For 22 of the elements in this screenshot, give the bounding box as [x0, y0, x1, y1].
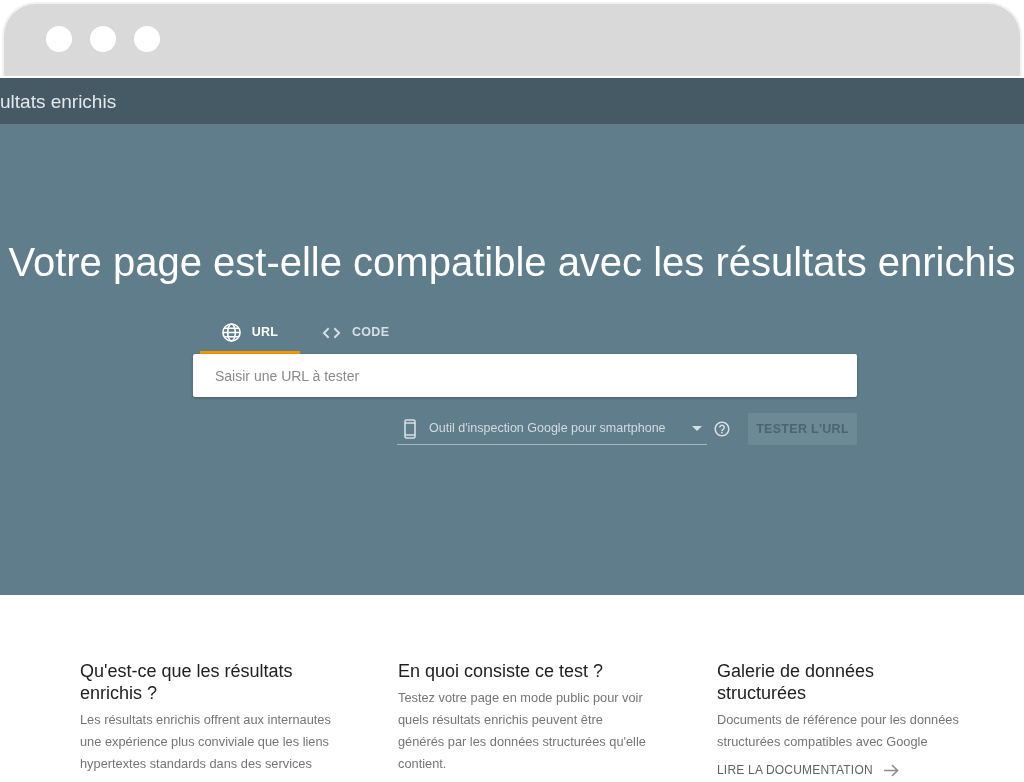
device-select-field[interactable]: Outil d'inspection Google pour smartphone: [397, 413, 707, 445]
hero-title: Votre page est-elle compatible avec les résultats enrichis: [7, 239, 1017, 286]
dropdown-caret-icon: [692, 426, 702, 431]
section-text: Les résultats enrichis offrent aux internautes une expérience plus conviviale que les liens hypertextes standards dans des services: [80, 711, 332, 773]
globe-icon: [221, 323, 241, 342]
help-icon[interactable]: [713, 420, 731, 438]
window-dot-icon: [46, 26, 72, 52]
device-select-value: Outil d'inspection Google pour smartphone: [429, 420, 666, 438]
section-title: Galerie de données structurées: [717, 660, 876, 704]
header-title: ultats enrichis: [0, 91, 117, 111]
section-text: Documents de référence pour les données structurées compatibles avec Google: [717, 711, 960, 751]
window-dot-icon: [90, 26, 116, 52]
section-title: En quoi consiste ce test ?: [398, 660, 605, 682]
url-input-field[interactable]: Saisir une URL à tester: [193, 354, 857, 397]
window-dot-icon: [134, 26, 160, 52]
section-text: Testez votre page en mode public pour voir quels résultats enrichis peuvent être générés par les données structurées qu'elle contient.: [398, 689, 647, 773]
code-icon: [322, 326, 341, 339]
documentation-link[interactable]: LIRE LA DOCUMENTATION: [717, 761, 899, 779]
arrow-right-icon: [883, 763, 899, 777]
section-title: Qu'est-ce que les résultats enrichis ?: [80, 660, 294, 704]
tab[interactable]: CODE: [300, 314, 412, 354]
smartphone-icon: [404, 418, 416, 439]
